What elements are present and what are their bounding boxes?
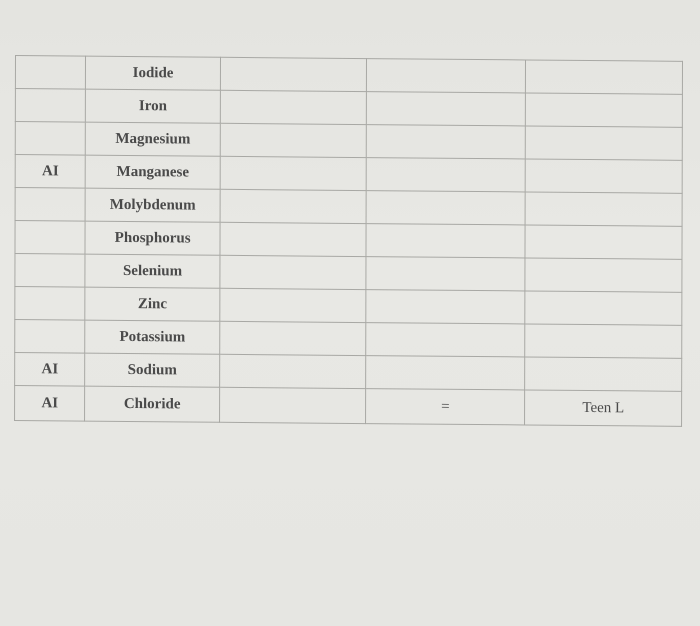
nutrient-name-cell: Sodium — [85, 353, 220, 388]
value-cell — [525, 125, 683, 161]
nutrient-name-cell: Molybdenum — [85, 188, 220, 223]
nutrient-name-cell: Potassium — [85, 320, 220, 355]
value-cell — [220, 90, 367, 125]
value-cell — [525, 59, 683, 95]
value-cell — [525, 290, 682, 326]
intake-type-cell — [14, 319, 86, 354]
nutrient-name-cell: Manganese — [85, 155, 221, 190]
value-cell — [366, 223, 526, 258]
value-cell — [219, 156, 367, 191]
value-cell — [525, 191, 683, 227]
value-cell — [525, 257, 682, 293]
value-cell — [365, 322, 526, 357]
value-cell: Teen L — [524, 389, 682, 427]
value-cell — [366, 91, 526, 126]
value-cell — [366, 190, 526, 225]
value-cell — [220, 57, 367, 92]
intake-type-cell — [14, 220, 86, 255]
value-cell — [219, 354, 366, 389]
value-cell — [525, 158, 683, 194]
value-cell — [219, 387, 366, 424]
nutrient-name-cell: Selenium — [85, 254, 220, 289]
intake-type-cell — [15, 187, 86, 222]
table-row: AI Chloride = Teen L — [14, 385, 682, 427]
nutrient-name-cell: Phosphorus — [85, 221, 220, 256]
value-cell — [366, 58, 526, 93]
intake-type-cell: AI — [15, 154, 86, 189]
value-cell — [525, 92, 683, 128]
intake-type-cell — [15, 88, 86, 123]
value-cell — [365, 355, 526, 390]
intake-type-cell — [14, 253, 86, 288]
nutrient-table-body: Iodide Iron Magnesium AI Manganese Molybdenum… — [14, 55, 683, 427]
intake-type-cell — [15, 55, 86, 90]
nutrient-name-cell: Zinc — [85, 287, 220, 322]
intake-type-cell: AI — [14, 352, 86, 387]
value-cell — [366, 124, 526, 159]
value-cell — [219, 189, 367, 224]
value-cell — [220, 123, 367, 158]
value-cell — [366, 157, 526, 192]
nutrient-name-cell: Iodide — [85, 56, 221, 91]
intake-type-cell: AI — [14, 385, 86, 422]
nutrient-name-cell: Chloride — [84, 386, 220, 423]
value-cell — [365, 289, 526, 324]
value-cell — [219, 321, 366, 356]
value-cell — [219, 255, 367, 290]
value-cell — [525, 323, 682, 359]
nutrient-name-cell: Iron — [85, 89, 221, 124]
value-cell — [366, 256, 526, 291]
value-cell — [219, 222, 367, 257]
value-cell — [219, 288, 367, 323]
value-cell — [525, 356, 682, 392]
value-cell — [525, 224, 683, 260]
value-cell: = — [365, 388, 526, 425]
intake-type-cell — [15, 121, 86, 156]
intake-type-cell — [14, 286, 86, 321]
nutrient-name-cell: Magnesium — [85, 122, 221, 157]
nutrient-table: Iodide Iron Magnesium AI Manganese Molybdenum… — [14, 55, 683, 427]
